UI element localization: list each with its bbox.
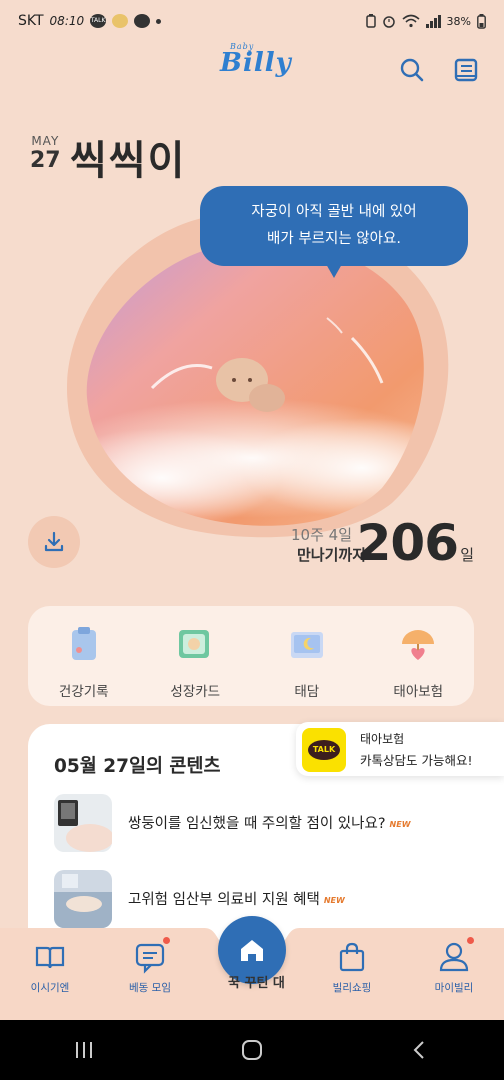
shopping-bag-icon — [339, 942, 365, 972]
battery-saver-icon — [365, 14, 376, 28]
growth-card-icon — [179, 630, 210, 658]
date-month: MAY — [31, 134, 60, 148]
kakao-talk-icon: TALK — [302, 728, 346, 772]
home-icon — [241, 940, 263, 961]
content-title: 05월 27일의 콘텐츠 — [54, 756, 221, 777]
baby-name: 씩씩이 — [70, 138, 187, 184]
content-item-title: 고위험 임산부 의료비 지원 혜택 NEW — [128, 892, 345, 908]
quick-item-label: 건강기록 — [58, 684, 109, 700]
quick-item-label: 태담 — [294, 684, 320, 700]
status-bar: SKT 08:10 TALK 38% — [0, 0, 504, 42]
nav-item-community[interactable]: 베동 모임 — [108, 937, 192, 995]
current-date: MAY 27 — [30, 134, 61, 173]
content-thumbnail — [54, 794, 112, 852]
content-item-twins[interactable]: 쌍둥이를 임신했을 때 주의할 점이 있나요? NEW — [54, 794, 494, 852]
moon-book-icon — [290, 632, 323, 658]
book-icon — [454, 58, 478, 82]
message-notification-icon — [134, 14, 151, 28]
kakao-consult-popup[interactable]: TALK 태아보험 카톡상담도 가능해요! — [296, 722, 504, 776]
kakao-popup-subtitle: 카톡상담도 가능해요! — [360, 753, 473, 768]
download-icon — [44, 531, 64, 552]
alarm-icon — [382, 16, 395, 28]
quick-item-growth-card[interactable]: 성장카드 — [140, 606, 252, 706]
fetus-info-bubble: 자궁이 아직 골반 내에 있어 배가 부르지는 않아요. — [200, 186, 468, 278]
content-item-title: 쌍둥이를 임신했을 때 주의할 점이 있나요? NEW — [128, 816, 411, 832]
days-unit: 일 — [460, 546, 474, 564]
nav-label: 이시기엔 — [30, 982, 70, 994]
pregnancy-weeks: 10주 4일 — [291, 526, 352, 544]
back-icon[interactable] — [408, 1038, 432, 1062]
nav-item-shopping[interactable]: 빌리쇼핑 — [310, 940, 394, 995]
date-day: 27 — [30, 148, 61, 173]
clipboard-icon — [71, 627, 96, 660]
billy-logo: Baby Billy — [220, 42, 292, 78]
quick-item-label: 태아보험 — [393, 684, 444, 700]
nav-label: 마이빌리 — [434, 982, 474, 994]
nav-item-this-period[interactable]: 이시기엔 — [8, 940, 92, 995]
new-badge: NEW — [389, 820, 411, 829]
search-icon — [400, 58, 424, 82]
bubble-line-2: 배가 부르지는 않아요. — [267, 231, 401, 247]
system-navigation-bar — [0, 1020, 504, 1080]
battery-icon — [477, 13, 486, 29]
nav-label: 빌리쇼핑 — [332, 982, 372, 994]
wifi-icon — [402, 14, 420, 28]
content-item-high-risk-support[interactable]: 고위험 임산부 의료비 지원 혜택 NEW — [54, 870, 494, 928]
days-remaining: 206 — [356, 514, 459, 572]
diary-button[interactable] — [452, 56, 480, 84]
signal-icon — [425, 14, 441, 28]
recent-apps-icon[interactable] — [72, 1038, 96, 1062]
bubble-line-1: 자궁이 아직 골반 내에 있어 — [251, 204, 417, 220]
notification-dot — [163, 937, 170, 944]
more-notifications-icon — [156, 18, 162, 24]
app-notification-icon — [112, 14, 129, 28]
quick-item-fetal-insurance[interactable]: 태아보험 — [363, 606, 475, 706]
nav-item-my-billy[interactable]: 마이빌리 — [412, 937, 496, 995]
carrier-label: SKT — [18, 13, 44, 29]
quick-menu: 건강기록 성장카드 태담 태아보험 — [28, 606, 474, 706]
chat-icon — [135, 943, 165, 974]
clock: 08:10 — [49, 14, 85, 28]
content-thumbnail — [54, 870, 112, 928]
search-button[interactable] — [398, 56, 426, 84]
quick-item-health-record[interactable]: 건강기록 — [28, 606, 140, 706]
umbrella-heart-icon — [402, 630, 435, 660]
person-icon — [439, 942, 469, 972]
nav-label: 베동 모임 — [129, 982, 171, 994]
bottom-navigation: 이시기엔 베동 모임 꾹 꾸틴 대 빌리쇼핑 마이빌리 — [0, 916, 504, 1020]
system-home-icon[interactable] — [240, 1038, 264, 1062]
home-underlay-text: 꾹 꾸틴 대 — [228, 976, 285, 991]
quick-item-label: 성장카드 — [170, 684, 221, 700]
quick-item-prenatal-talk[interactable]: 태담 — [251, 606, 363, 706]
book-open-icon — [35, 946, 65, 969]
download-button[interactable] — [28, 516, 80, 568]
talk-notification-icon: TALK — [90, 14, 107, 28]
new-badge: NEW — [323, 896, 345, 905]
battery-percent: 38% — [446, 14, 471, 28]
app-header: Baby Billy — [0, 42, 504, 98]
kakao-popup-title: 태아보험 — [360, 732, 405, 746]
notification-dot — [467, 937, 474, 944]
